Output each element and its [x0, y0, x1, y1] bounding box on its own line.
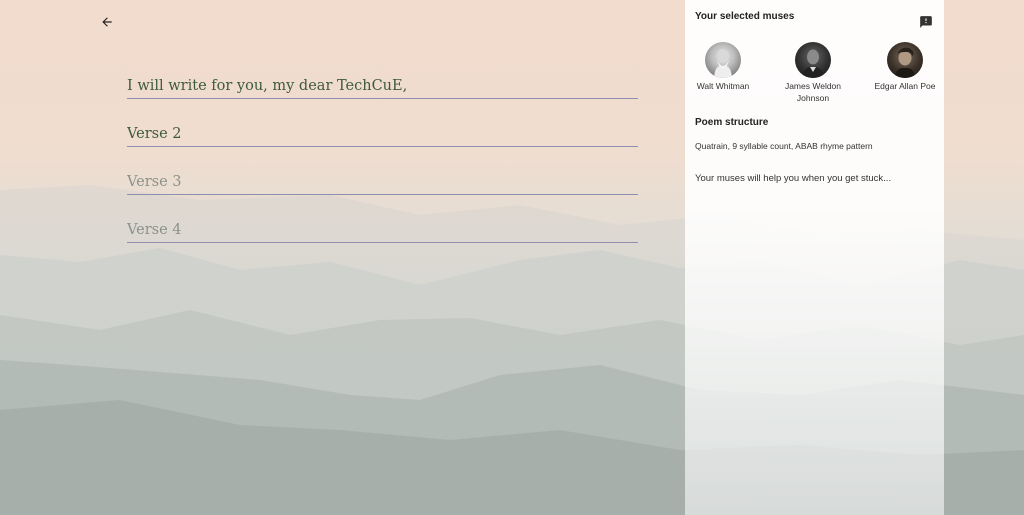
avatar-edgar-allan-poe	[887, 42, 923, 78]
muse-name: James Weldon Johnson	[784, 81, 842, 103]
avatar-walt-whitman	[705, 42, 741, 78]
verse-3-input[interactable]: Verse 3	[127, 172, 638, 195]
muse-walt-whitman[interactable]: Walt Whitman	[683, 42, 763, 92]
muse-edgar-allan-poe[interactable]: Edgar Allan Poe	[865, 42, 945, 92]
muse-name: Edgar Allan Poe	[874, 81, 936, 91]
back-button[interactable]	[96, 11, 118, 33]
panel-title: Your selected muses	[695, 11, 795, 22]
muse-james-weldon-johnson[interactable]: James Weldon Johnson	[773, 42, 853, 104]
muses-panel: Your selected muses Walt Whitman James W…	[685, 0, 944, 515]
verse-2-input[interactable]: Verse 2	[127, 124, 638, 147]
avatar-james-weldon-johnson	[795, 42, 831, 78]
poem-structure-title: Poem structure	[695, 117, 769, 128]
verse-1-input[interactable]: I will write for you, my dear TechCuE,	[127, 76, 638, 99]
muses-helper-text: Your muses will help you when you get st…	[695, 173, 892, 184]
poem-structure-text: Quatrain, 9 syllable count, ABAB rhyme p…	[695, 141, 873, 151]
muse-name: Walt Whitman	[696, 81, 750, 91]
verse-4-input[interactable]: Verse 4	[127, 220, 638, 243]
arrow-left-icon	[102, 17, 112, 27]
feedback-icon[interactable]	[919, 15, 933, 29]
